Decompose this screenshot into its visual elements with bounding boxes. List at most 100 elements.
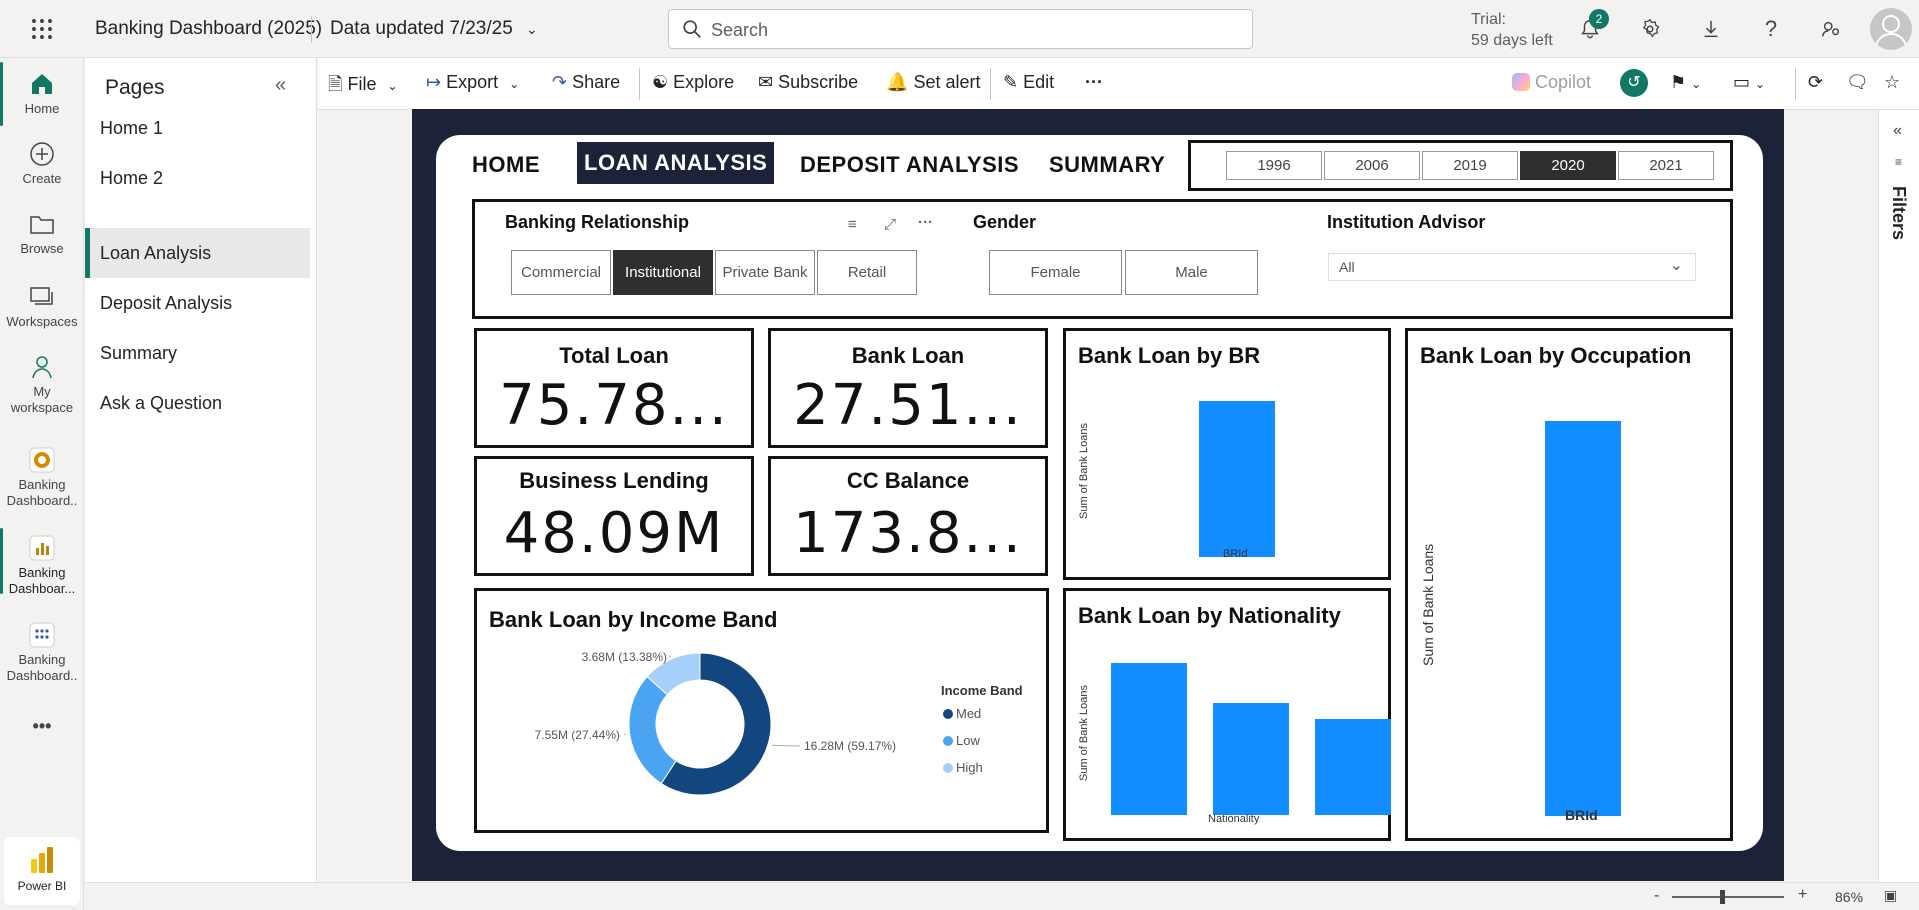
expand-filters-icon[interactable]: «	[1893, 122, 1902, 140]
nav-banking-dashboard-3[interactable]: Banking Dashboard..	[0, 621, 84, 684]
legend-label: High	[956, 760, 983, 775]
slicer-female[interactable]: Female	[989, 250, 1122, 295]
visual-bank-loan-by-income-band[interactable]: Bank Loan by Income Band 16.28M (59.17%)…	[474, 588, 1049, 833]
power-bi-logo-icon	[31, 847, 53, 873]
search-box[interactable]: Search	[668, 9, 1253, 49]
more-icon[interactable]: •••	[0, 717, 84, 735]
page-link-loan-analysis[interactable]: Loan Analysis	[85, 228, 310, 278]
year-button-1996[interactable]: 1996	[1226, 151, 1322, 180]
collapse-panel-icon[interactable]: «	[275, 74, 286, 97]
visual-bank-loan-by-nationality[interactable]: Bank Loan by Nationality Sum of Bank Loa…	[1063, 588, 1391, 841]
filter-icon[interactable]: ≡	[848, 216, 857, 233]
export-menu[interactable]: ↦ Export ⌄	[426, 72, 519, 93]
slicer-institutional[interactable]: Institutional	[613, 250, 713, 295]
explore-button[interactable]: ☯ Explore	[652, 72, 734, 93]
more-options-button[interactable]: ···	[1085, 72, 1103, 93]
nav-create[interactable]: Create	[0, 140, 84, 187]
app-launcher-icon[interactable]	[28, 17, 56, 41]
slicer-private-bank[interactable]: Private Bank	[715, 250, 815, 295]
tab-home[interactable]: HOME	[472, 152, 540, 178]
zoom-out-button[interactable]: -	[1654, 887, 1659, 905]
share-feedback-icon[interactable]	[1817, 15, 1845, 43]
filters-pane[interactable]: « ≡ Filters	[1878, 110, 1919, 882]
edit-button[interactable]: ✎ Edit	[1003, 72, 1054, 93]
legend-title: Income Band	[941, 683, 1023, 698]
visual-title: Bank Loan by Nationality	[1078, 603, 1341, 628]
page-link-deposit-analysis[interactable]: Deposit Analysis	[85, 278, 310, 328]
data-updated-dropdown[interactable]: Data updated 7/23/25 ⌄	[330, 18, 538, 40]
comment-icon[interactable]: 🗨	[1846, 72, 1869, 93]
bar[interactable]	[1315, 719, 1391, 815]
explore-label: Explore	[673, 72, 735, 92]
nav-banking-dashboard-1[interactable]: Banking Dashboard..	[0, 446, 84, 509]
year-button-2006[interactable]: 2006	[1324, 151, 1420, 180]
slicer-retail[interactable]: Retail	[817, 250, 917, 295]
data-updated-label: Data updated 7/23/25	[330, 18, 513, 39]
more-options-icon[interactable]: ···	[918, 214, 933, 231]
banking-relationship-title: Banking Relationship	[505, 212, 690, 232]
visual-bank-loan-by-br[interactable]: Bank Loan by BR Sum of Bank Loans BRId	[1063, 328, 1391, 580]
zoom-slider-handle[interactable]	[1720, 890, 1725, 904]
subscribe-label: Subscribe	[778, 72, 859, 92]
fit-to-page-icon[interactable]: ▣	[1884, 887, 1897, 904]
nav-banking-dashboard-2[interactable]: Banking Dashboar...	[0, 534, 84, 597]
bar[interactable]	[1545, 421, 1621, 816]
app-title[interactable]: Banking Dashboard (2025)	[95, 18, 322, 40]
reset-icon[interactable]: ↺	[1620, 69, 1648, 97]
institution-advisor-dropdown[interactable]: All ⌄	[1328, 253, 1696, 281]
legend-item-low[interactable]: Low	[943, 732, 983, 759]
notification-badge: 2	[1589, 9, 1609, 29]
tab-deposit-analysis[interactable]: DEPOSIT ANALYSIS	[800, 152, 1019, 178]
view-icon[interactable]: ▭ ⌄	[1733, 72, 1765, 93]
gear-icon[interactable]	[1636, 15, 1664, 43]
trial-status: Trial: 59 days left	[1471, 9, 1553, 51]
file-menu[interactable]: 🗎 File ⌄	[328, 72, 398, 102]
nav-home[interactable]: Home	[0, 70, 84, 117]
bar[interactable]	[1199, 401, 1275, 557]
data-label: 16.28M (59.17%)	[804, 739, 896, 753]
nav-browse[interactable]: Browse	[0, 210, 84, 257]
visual-bank-loan-by-occupation[interactable]: Bank Loan by Occupation Sum of Bank Loan…	[1405, 328, 1733, 841]
page-link-home-2[interactable]: Home 2	[85, 153, 310, 203]
nav-workspaces[interactable]: Workspaces	[0, 283, 84, 330]
plot-area	[1106, 401, 1376, 557]
kpi-total-loan: Total Loan 75.78...	[474, 328, 754, 448]
copilot-button[interactable]: Copilot	[1512, 72, 1591, 93]
year-button-2020[interactable]: 2020	[1520, 151, 1616, 180]
y-axis-label: Sum of Bank Loans	[1420, 543, 1436, 666]
zoom-in-button[interactable]: +	[1798, 886, 1807, 904]
avatar[interactable]	[1870, 8, 1912, 50]
nav-my-workspace[interactable]: My workspace	[0, 353, 84, 416]
nav-browse-label: Browse	[20, 241, 64, 256]
bookmark-icon[interactable]: ⚑ ⌄	[1670, 72, 1701, 93]
tab-loan-analysis[interactable]: LOAN ANALYSIS	[577, 142, 775, 184]
year-button-2019[interactable]: 2019	[1422, 151, 1518, 180]
focus-mode-icon[interactable]: ⤢	[884, 216, 896, 233]
subscribe-icon: ✉	[758, 72, 774, 92]
favorite-star-icon[interactable]: ☆	[1884, 72, 1900, 93]
power-bi-switcher[interactable]: Power BI	[4, 837, 80, 905]
page-link-ask-a-question[interactable]: Ask a Question	[85, 378, 310, 428]
export-icon: ↦	[426, 72, 442, 92]
set-alert-button[interactable]: 🔔 Set alert	[886, 72, 980, 93]
bar[interactable]	[1111, 663, 1187, 815]
zoom-slider-track[interactable]	[1672, 896, 1784, 898]
download-icon[interactable]	[1697, 15, 1725, 43]
kpi-value: 27.51...	[793, 373, 1023, 438]
refresh-icon[interactable]: ⟳	[1808, 72, 1823, 93]
year-button-2021[interactable]: 2021	[1618, 151, 1714, 180]
subscribe-button[interactable]: ✉ Subscribe	[758, 72, 858, 93]
bar[interactable]	[1213, 703, 1289, 815]
slicer-male[interactable]: Male	[1125, 250, 1258, 295]
zoom-level: 86%	[1835, 889, 1864, 905]
institution-advisor-value: All	[1339, 259, 1355, 275]
legend-item-med[interactable]: Med	[943, 705, 983, 732]
legend-item-high[interactable]: High	[943, 759, 983, 786]
page-link-home-1[interactable]: Home 1	[85, 103, 310, 153]
page-link-summary[interactable]: Summary	[85, 328, 310, 378]
slicer-commercial[interactable]: Commercial	[511, 250, 611, 295]
help-icon[interactable]: ?	[1757, 15, 1785, 43]
share-button[interactable]: ↷ Share	[552, 72, 620, 93]
tab-summary[interactable]: SUMMARY	[1049, 152, 1165, 178]
copilot-icon	[1512, 73, 1530, 91]
